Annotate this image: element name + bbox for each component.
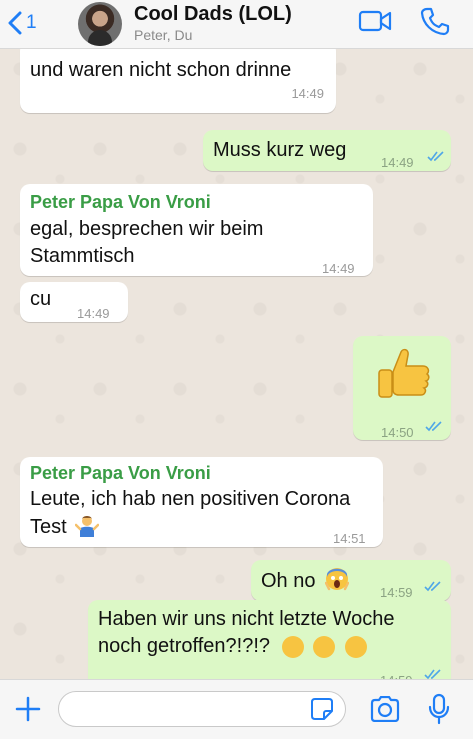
thumbs-up-emoji bbox=[378, 348, 430, 398]
attach-button[interactable] bbox=[14, 695, 42, 728]
message-outgoing[interactable]: Oh no 14:59 bbox=[251, 560, 451, 601]
video-call-button[interactable] bbox=[358, 9, 392, 38]
message-time: 14:49 bbox=[291, 86, 324, 101]
microphone-icon bbox=[428, 693, 450, 725]
compose-bar bbox=[0, 679, 473, 739]
read-ticks-icon bbox=[424, 669, 441, 679]
thinking-face-emoji bbox=[313, 635, 336, 658]
camera-button[interactable] bbox=[369, 695, 401, 727]
video-camera-icon bbox=[358, 10, 392, 32]
message-time: 14:49 bbox=[381, 155, 414, 170]
group-avatar[interactable] bbox=[78, 2, 122, 46]
message-text-line: Leute, ich hab nen positiven Corona bbox=[30, 488, 351, 510]
voice-call-button[interactable] bbox=[420, 6, 450, 41]
chat-title[interactable]: Cool Dads (LOL) bbox=[134, 3, 292, 26]
read-ticks-icon bbox=[425, 421, 442, 432]
message-outgoing[interactable]: Muss kurz weg 14:49 bbox=[203, 130, 451, 171]
message-text-line: egal, besprechen wir beim bbox=[30, 218, 264, 240]
chat-participants[interactable]: Peter, Du bbox=[134, 27, 192, 43]
plus-icon bbox=[15, 696, 41, 722]
message-outgoing[interactable]: Haben wir uns nicht letzte Woche noch ge… bbox=[88, 600, 451, 679]
unread-count: 1 bbox=[26, 12, 37, 33]
sticker-icon bbox=[311, 698, 333, 720]
message-text-line-wrap: noch getroffen?!?!? bbox=[98, 633, 367, 660]
message-incoming[interactable]: Peter Papa Von Vroni egal, besprechen wi… bbox=[20, 184, 373, 276]
sticker-button[interactable] bbox=[310, 697, 334, 726]
message-time: 14:49 bbox=[77, 306, 110, 321]
message-text-line-wrap: Test bbox=[30, 513, 100, 541]
message-time: 14:51 bbox=[333, 531, 366, 546]
camera-icon bbox=[370, 695, 400, 723]
back-button[interactable]: 1 bbox=[8, 8, 37, 38]
message-list[interactable]: und waren nicht schon drinne 14:49 Muss … bbox=[0, 49, 473, 679]
thinking-face-emoji bbox=[281, 635, 304, 658]
message-sender[interactable]: Peter Papa Von Vroni bbox=[30, 190, 211, 214]
message-text: und waren nicht schon drinne bbox=[30, 59, 292, 81]
message-text-line: Stammtisch bbox=[30, 245, 135, 267]
message-text-line: Test bbox=[30, 516, 67, 538]
read-ticks-icon bbox=[424, 581, 441, 592]
message-incoming[interactable]: und waren nicht schon drinne 14:49 bbox=[20, 49, 336, 113]
man-shrugging-emoji bbox=[75, 516, 100, 537]
microphone-button[interactable] bbox=[428, 693, 450, 730]
message-text: Muss kurz weg bbox=[213, 139, 347, 161]
message-text-wrap: Oh no bbox=[261, 567, 350, 595]
message-sender[interactable]: Peter Papa Von Vroni bbox=[30, 461, 211, 485]
chevron-left-icon bbox=[8, 11, 22, 35]
phone-icon bbox=[420, 7, 450, 36]
message-outgoing[interactable]: 14:50 bbox=[353, 336, 451, 440]
message-incoming[interactable]: Peter Papa Von Vroni Leute, ich hab nen … bbox=[20, 457, 383, 547]
message-text-line: noch getroffen?!?!? bbox=[98, 635, 270, 657]
message-time: 14:59 bbox=[380, 667, 413, 679]
thinking-face-emoji bbox=[344, 635, 367, 658]
chat-header: 1 Cool Dads (LOL) Peter, Du bbox=[0, 0, 473, 49]
face-screaming-emoji bbox=[324, 568, 350, 591]
message-input[interactable] bbox=[58, 691, 346, 727]
message-time: 14:50 bbox=[381, 425, 414, 440]
message-text: Oh no bbox=[261, 570, 316, 592]
message-time: 14:49 bbox=[322, 261, 355, 276]
read-ticks-icon bbox=[427, 151, 444, 162]
message-incoming[interactable]: cu 14:49 bbox=[20, 282, 128, 322]
message-text: cu bbox=[30, 288, 52, 310]
message-text-line: Haben wir uns nicht letzte Woche bbox=[98, 608, 395, 630]
